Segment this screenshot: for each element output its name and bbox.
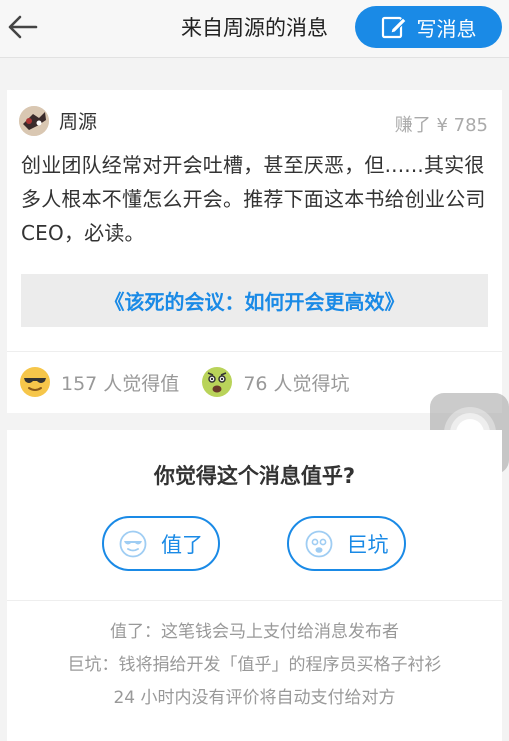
author-name[interactable]: 周源 (59, 107, 97, 134)
pit-button-label: 巨坑 (346, 532, 389, 557)
edit-icon (381, 16, 407, 39)
judge-panel: 你觉得这个消息值乎? 值了 巨坑 值了：这笔钱会马上支付给消息发布者 巨坑：钱将… (7, 430, 502, 741)
message-body: 创业团队经常对开会吐槽，甚至厌恶，但......其实很多人根本不懂怎么开会。推荐… (21, 153, 486, 245)
note-auto-pay: 24 小时内没有评价将自动支付给对方 (113, 688, 396, 708)
judge-question: 你觉得这个消息值乎? (153, 464, 356, 488)
author-row: 周源 赚了 ¥ 785 (7, 90, 502, 150)
shocked-face-outline-icon (305, 530, 332, 557)
pit-stat: 76 人觉得坑 (201, 366, 350, 398)
worth-count: 157 人觉得值 (61, 372, 180, 395)
compose-label: 写消息 (416, 16, 477, 41)
avatar-image (19, 106, 49, 136)
avatar[interactable] (19, 106, 49, 136)
worth-stat: 157 人觉得值 (19, 366, 179, 398)
cool-face-icon (20, 367, 50, 397)
note-pit: 巨坑：钱将捐给开发「值乎」的程序员买格子衬衫 (67, 655, 442, 675)
note-worth: 值了：这笔钱会马上支付给消息发布者 (110, 622, 399, 642)
compose-message-button[interactable]: 写消息 (355, 6, 502, 48)
book-title: 《该死的会议：如何开会更高效》 (104, 290, 405, 314)
worth-button-label: 值了 (161, 532, 203, 557)
judge-notes: 值了：这笔钱会马上支付给消息发布者 巨坑：钱将捐给开发「值乎」的程序员买格子衬衫… (7, 616, 502, 715)
back-arrow-icon (8, 15, 38, 39)
shocked-face-icon (202, 367, 233, 397)
worth-button[interactable]: 值了 (102, 516, 220, 571)
book-link[interactable]: 《该死的会议：如何开会更高效》 (21, 274, 488, 327)
back-button[interactable] (6, 10, 40, 44)
pit-count: 76 人觉得坑 (243, 372, 350, 395)
pit-button[interactable]: 巨坑 (287, 516, 406, 571)
cool-face-outline-icon (119, 530, 147, 557)
nav-bar: 来自周源的消息 写消息 (0, 0, 509, 58)
judge-divider (7, 600, 502, 601)
message-card: 周源 赚了 ¥ 785 创业团队经常对开会吐槽，甚至厌恶，但......其实很多… (7, 90, 502, 413)
earned-amount: 赚了 ¥ 785 (394, 115, 488, 136)
vote-stats: 157 人觉得值 76 人觉得坑 (7, 352, 502, 412)
